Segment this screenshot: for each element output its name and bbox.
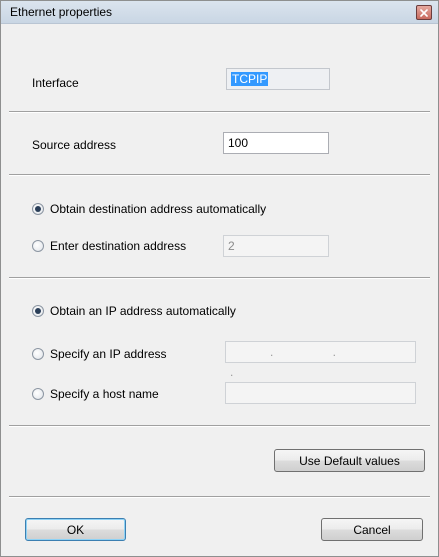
radio-selected-dot: [35, 308, 41, 314]
enter-destination-label: Enter destination address: [50, 239, 187, 253]
use-default-values-button[interactable]: Use Default values: [274, 449, 425, 472]
ok-button[interactable]: OK: [25, 518, 126, 541]
ethernet-properties-dialog: Ethernet properties Interface TCPIP Sour…: [0, 0, 439, 557]
specify-host-label: Specify a host name: [50, 387, 159, 401]
source-address-input[interactable]: 100: [223, 132, 329, 154]
interface-label: Interface: [32, 76, 79, 90]
obtain-ip-radio[interactable]: [32, 305, 44, 317]
host-name-input[interactable]: [225, 382, 416, 404]
close-icon: [420, 8, 428, 17]
obtain-destination-radio[interactable]: [32, 203, 44, 215]
enter-destination-radio-row[interactable]: Enter destination address: [32, 238, 186, 254]
separator: [9, 111, 430, 113]
cancel-button[interactable]: Cancel: [321, 518, 423, 541]
close-button[interactable]: [416, 5, 432, 20]
separator: [9, 425, 430, 427]
specify-host-radio[interactable]: [32, 388, 44, 400]
destination-address-input[interactable]: 2: [223, 235, 329, 257]
source-address-label: Source address: [32, 138, 117, 152]
ip-address-placeholder: . . .: [230, 345, 365, 379]
enter-destination-radio[interactable]: [32, 240, 44, 252]
window-title: Ethernet properties: [10, 5, 113, 19]
separator: [9, 174, 430, 176]
ip-address-input[interactable]: . . .: [225, 341, 416, 379]
separator: [9, 496, 430, 498]
obtain-destination-radio-row[interactable]: Obtain destination address automatically: [32, 201, 266, 217]
interface-field[interactable]: TCPIP: [226, 68, 330, 90]
obtain-destination-label: Obtain destination address automatically: [50, 202, 267, 216]
interface-value: TCPIP: [231, 72, 269, 86]
radio-selected-dot: [35, 206, 41, 212]
title-bar: Ethernet properties: [1, 1, 438, 24]
specify-ip-label: Specify an IP address: [50, 347, 167, 361]
obtain-ip-label: Obtain an IP address automatically: [50, 304, 236, 318]
specify-host-radio-row[interactable]: Specify a host name: [32, 386, 159, 402]
obtain-ip-radio-row[interactable]: Obtain an IP address automatically: [32, 303, 236, 319]
specify-ip-radio[interactable]: [32, 348, 44, 360]
specify-ip-radio-row[interactable]: Specify an IP address: [32, 346, 167, 362]
separator: [9, 277, 430, 279]
